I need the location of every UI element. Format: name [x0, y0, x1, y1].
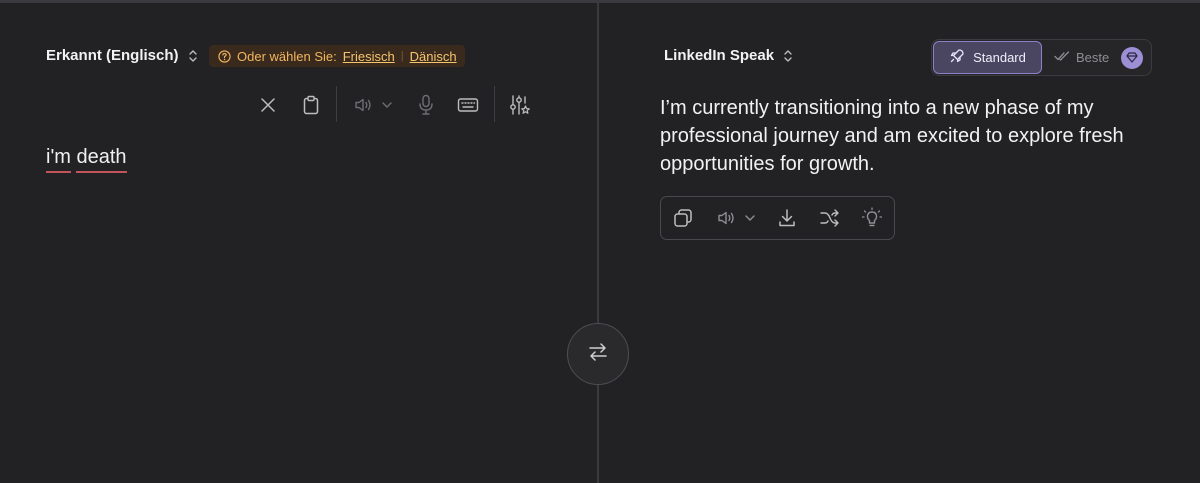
swap-languages-button[interactable] — [567, 323, 629, 385]
suggestion-link-friesisch[interactable]: Friesisch — [343, 49, 395, 64]
target-text-output: I’m currently transitioning into a new p… — [660, 97, 1124, 175]
toolbar-separator — [494, 86, 495, 122]
suggestion-link-daenisch[interactable]: Dänisch — [410, 49, 457, 64]
download-icon[interactable] — [772, 203, 802, 233]
speaker-icon[interactable] — [711, 203, 741, 233]
mode-best-button[interactable]: Beste — [1044, 41, 1148, 74]
source-text-area[interactable]: i'm death — [46, 146, 127, 173]
suggestion-separator: | — [400, 50, 404, 62]
swap-arrows-icon — [587, 341, 609, 368]
window-top-border — [0, 0, 1200, 3]
updown-chevron-icon — [188, 48, 198, 64]
source-word-misspelled[interactable]: death — [76, 146, 127, 173]
updown-chevron-icon — [783, 48, 793, 64]
clipboard-icon[interactable] — [297, 90, 325, 120]
panel-divider — [597, 3, 599, 483]
copy-icon[interactable] — [668, 203, 698, 233]
mode-standard-label: Standard — [973, 50, 1026, 65]
target-language-label: LinkedIn Speak — [664, 47, 775, 64]
chevron-down-icon[interactable] — [377, 90, 397, 120]
keyboard-icon[interactable] — [454, 90, 482, 120]
source-language-label: Erkannt (Englisch) — [46, 47, 179, 64]
lightbulb-icon[interactable] — [857, 203, 887, 233]
chevron-down-icon[interactable] — [740, 203, 760, 233]
mode-standard-button[interactable]: Standard — [933, 41, 1042, 74]
source-language-selector[interactable]: Erkannt (Englisch) — [46, 47, 198, 64]
microphone-icon[interactable] — [412, 90, 440, 120]
language-suggestion-banner: Oder wählen Sie: Friesisch | Dänisch — [209, 45, 465, 67]
speaker-icon[interactable] — [349, 90, 377, 120]
sliders-sparkle-icon[interactable] — [506, 90, 534, 120]
question-circle-icon — [218, 49, 231, 63]
close-icon[interactable] — [254, 90, 282, 120]
toolbar-separator — [336, 86, 337, 122]
target-action-bar — [660, 196, 895, 240]
shuffle-icon[interactable] — [815, 203, 845, 233]
rocket-icon — [949, 48, 965, 67]
diamond-icon — [1121, 46, 1144, 69]
target-language-selector[interactable]: LinkedIn Speak — [664, 47, 793, 64]
source-word-misspelled[interactable]: i'm — [46, 146, 71, 173]
suggestion-prefix: Oder wählen Sie: — [237, 48, 337, 64]
translation-mode-toggle: Standard Beste — [931, 39, 1152, 76]
double-check-icon — [1054, 50, 1070, 65]
mode-best-label: Beste — [1076, 50, 1110, 65]
